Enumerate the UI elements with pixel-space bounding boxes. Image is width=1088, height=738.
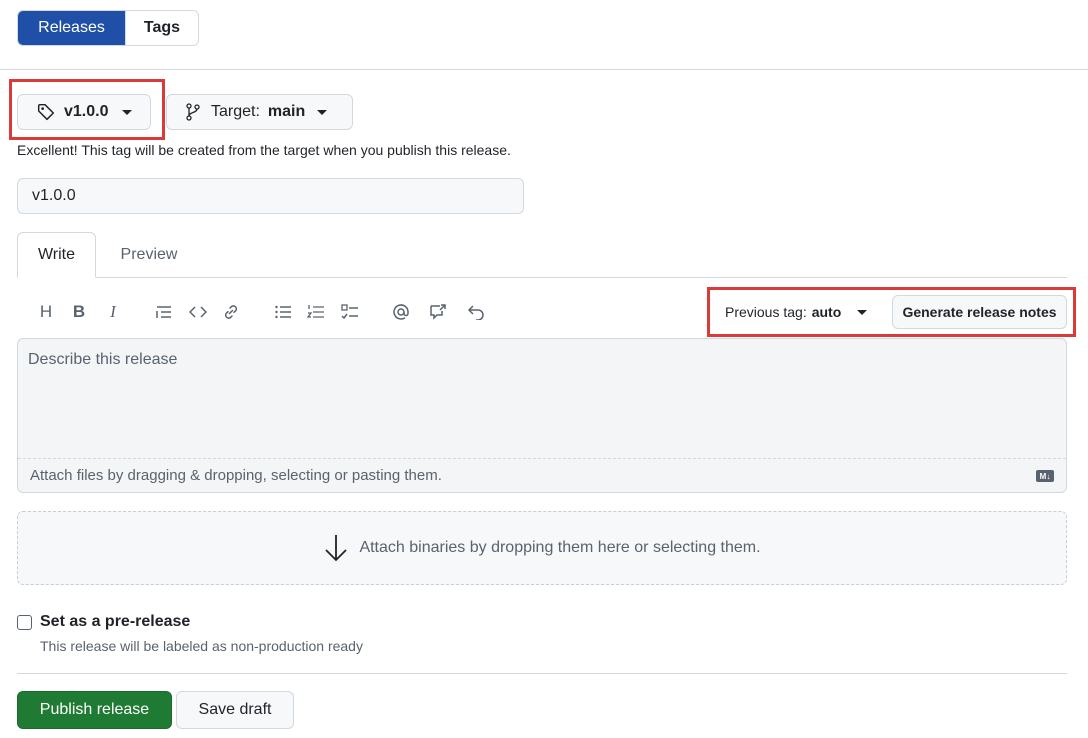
previous-tag-label: Previous tag: [725,304,807,320]
reply-icon[interactable] [464,300,488,324]
chevron-down-icon [122,109,133,115]
markdown-icon[interactable]: M↓ [1036,470,1054,482]
header-divider [0,69,1088,70]
mention-icon[interactable] [389,300,413,324]
binaries-dropzone[interactable]: Attach binaries by dropping them here or… [17,511,1067,585]
link-icon[interactable] [219,300,243,324]
actions-divider [17,673,1067,674]
task-list-icon[interactable] [338,300,362,324]
target-value: main [267,103,306,120]
releases-tags-switch: Releases Tags [17,10,199,46]
tag-hint-text: Excellent! This tag will be created from… [17,142,511,158]
reference-icon[interactable] [426,300,450,324]
branch-icon [185,103,201,121]
ordered-list-icon[interactable] [304,300,328,324]
italic-icon[interactable]: I [101,300,125,324]
tag-select-button[interactable]: v1.0.0 [17,94,151,130]
chevron-down-icon [857,309,868,315]
prerelease-checkbox[interactable] [17,615,32,630]
publish-release-button[interactable]: Publish release [17,691,172,729]
unordered-list-icon[interactable] [271,300,295,324]
generate-release-notes-button[interactable]: Generate release notes [892,295,1067,329]
prerelease-help: This release will be labeled as non-prod… [40,638,363,654]
previous-tag-value: auto [811,304,842,320]
previous-tag-select[interactable]: Previous tag: auto [725,300,868,324]
arrow-down-icon [323,533,349,563]
prerelease-label[interactable]: Set as a pre-release [40,613,190,631]
description-textarea[interactable]: Describe this release [18,339,1066,459]
tags-tab[interactable]: Tags [125,11,198,45]
release-title-input[interactable]: v1.0.0 [17,178,524,214]
tag-icon [37,103,55,121]
attach-files-hint[interactable]: Attach files by dragging & dropping, sel… [30,467,442,484]
releases-tab[interactable]: Releases [18,11,125,45]
tab-preview[interactable]: Preview [104,232,194,278]
heading-icon[interactable]: H [34,300,58,324]
tab-write[interactable]: Write [17,232,96,278]
quote-icon[interactable] [152,300,176,324]
save-draft-button[interactable]: Save draft [176,691,294,729]
description-editor: Describe this release Attach files by dr… [17,338,1067,493]
bold-icon[interactable]: B [67,300,91,324]
target-prefix: Target: [211,103,260,120]
tag-select-label: v1.0.0 [64,103,109,120]
chevron-down-icon [317,109,328,115]
code-icon[interactable] [186,300,210,324]
binaries-text: Attach binaries by dropping them here or… [359,539,761,556]
target-select-button[interactable]: Target: main [166,94,353,130]
